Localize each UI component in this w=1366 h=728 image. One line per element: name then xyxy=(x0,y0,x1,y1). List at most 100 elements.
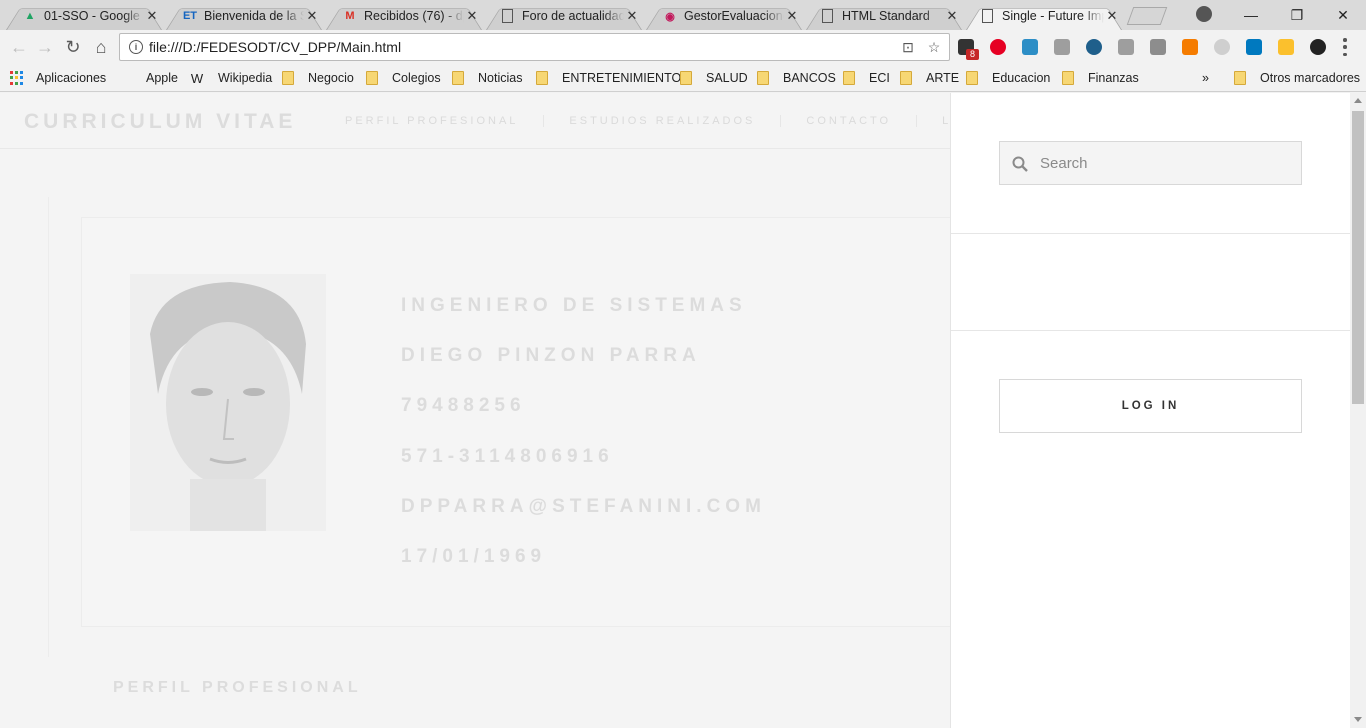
bookmark-item[interactable]: ARTE xyxy=(900,70,959,86)
tab-title: Foro de actualidad xyxy=(522,9,624,23)
panel-divider xyxy=(951,330,1351,331)
bookmark-item[interactable]: Aplicaciones xyxy=(10,70,106,86)
extension-grey-icon[interactable] xyxy=(1054,39,1070,55)
tab-close-icon[interactable]: ✕ xyxy=(784,8,800,24)
bookmark-label: Finanzas xyxy=(1088,71,1139,85)
bookmark-label: Apple xyxy=(146,71,178,85)
new-tab-button[interactable] xyxy=(1126,7,1168,25)
profile-icon[interactable] xyxy=(1196,6,1212,22)
bookmark-star-icon[interactable]: ☆ xyxy=(923,39,945,56)
tab-close-icon[interactable]: ✕ xyxy=(304,8,320,24)
bookmark-item[interactable]: ENTRETENIMIENTO xyxy=(536,70,681,86)
trello-icon[interactable] xyxy=(1246,39,1262,55)
nav-contacto[interactable]: CONTACTO xyxy=(780,115,916,127)
profile-photo xyxy=(130,274,326,531)
folder-icon xyxy=(536,71,548,85)
folder-icon xyxy=(282,71,294,85)
nav-perfil[interactable]: PERFIL PROFESIONAL xyxy=(320,115,543,127)
section-title: PERFIL PROFESIONAL xyxy=(113,679,362,696)
tab-title: Single - Future Imp xyxy=(1002,9,1104,23)
tab-close-icon[interactable]: ✕ xyxy=(1104,8,1120,24)
scrollbar-thumb[interactable] xyxy=(1352,111,1364,404)
bookmark-label: Educacion xyxy=(992,71,1051,85)
folder-icon xyxy=(1234,71,1246,85)
extension-b-icon[interactable] xyxy=(1150,39,1166,55)
bookmark-item[interactable]: BANCOS xyxy=(757,70,836,86)
bookmark-item[interactable]: Apple xyxy=(118,70,178,86)
page-icon xyxy=(502,9,513,23)
extension-balloon-icon[interactable] xyxy=(1086,39,1102,55)
bookmarks-bar: Aplicaciones Apple W Wikipedia Negocio Colegi… xyxy=(0,64,1366,92)
site-header: CURRICULUM VITAE PERFIL PROFESIONAL ESTU… xyxy=(0,93,982,149)
restore-button[interactable]: ❐ xyxy=(1274,4,1320,26)
gestor-icon: ◉ xyxy=(665,10,675,23)
address-bar[interactable]: i file:///D:/FEDESODT/CV_DPP/Main.html ⊡… xyxy=(119,33,950,61)
tab-title: Bienvenida de la Se xyxy=(204,9,304,23)
bookmark-item[interactable]: Negocio xyxy=(282,70,354,86)
bookmark-label: ARTE xyxy=(926,71,960,85)
folder-icon xyxy=(757,71,769,85)
extension-chart-icon[interactable] xyxy=(1182,39,1198,55)
back-icon[interactable]: ← xyxy=(8,36,30,58)
browser-tab[interactable]: ET Bienvenida de la Se✕ xyxy=(160,2,328,30)
bookmark-item[interactable]: Educacion xyxy=(966,70,1050,86)
pinterest-icon[interactable] xyxy=(990,39,1006,55)
home-icon[interactable]: ⌂ xyxy=(90,36,112,58)
site-info-icon[interactable]: i xyxy=(129,40,143,54)
keep-icon[interactable] xyxy=(1278,39,1294,55)
bookmark-label: Negocio xyxy=(308,71,354,85)
browser-tab[interactable]: HTML Standard ✕ xyxy=(800,2,968,30)
email-text: DPPARRA@STEFANINI.COM xyxy=(401,496,766,517)
folder-icon xyxy=(366,71,378,85)
id-number-text: 79488256 xyxy=(401,395,526,416)
tab-title: GestorEvaluacione xyxy=(684,9,784,23)
close-window-button[interactable]: ✕ xyxy=(1320,4,1366,26)
tab-close-icon[interactable]: ✕ xyxy=(144,8,160,24)
bookmark-label: Aplicaciones xyxy=(36,71,107,85)
forward-icon[interactable]: → xyxy=(34,36,56,58)
login-button[interactable]: LOG IN xyxy=(999,379,1302,433)
bookmark-item[interactable]: W Wikipedia xyxy=(190,70,272,86)
browser-tab[interactable]: Foro de actualidad ✕ xyxy=(480,2,648,30)
nav-estudios[interactable]: ESTUDIOS REALIZADOS xyxy=(543,115,780,127)
browser-tab[interactable]: ▲ 01-SSO - Google D ✕ xyxy=(0,2,168,30)
et-icon: ET xyxy=(182,10,198,22)
bookmark-label: SALUD xyxy=(706,71,748,85)
wikipedia-icon: W xyxy=(190,70,204,86)
scroll-up-arrow-icon[interactable] xyxy=(1354,98,1362,103)
translate-icon[interactable]: ⊡ xyxy=(897,39,919,56)
bookmark-item[interactable]: ECI xyxy=(843,70,890,86)
bookmarks-overflow-button[interactable]: » xyxy=(1202,70,1209,86)
extension-blue-icon[interactable] xyxy=(1022,39,1038,55)
browser-tab[interactable]: ◉ GestorEvaluacione ✕ xyxy=(640,2,808,30)
bookmark-label: Colegios xyxy=(392,71,441,85)
url-text[interactable]: file:///D:/FEDESODT/CV_DPP/Main.html xyxy=(149,39,897,55)
tab-title: 01-SSO - Google D xyxy=(44,9,144,23)
tab-close-icon[interactable]: ✕ xyxy=(464,8,480,24)
browser-toolbar: ← → ↻ ⌂ i file:///D:/FEDESODT/CV_DPP/Mai… xyxy=(0,30,1366,64)
browser-tab[interactable]: Single - Future Imp ✕ xyxy=(960,2,1128,30)
bookmark-item[interactable]: Colegios xyxy=(366,70,441,86)
bookmark-label: ENTRETENIMIENTO xyxy=(562,71,682,85)
extension-reader-icon[interactable] xyxy=(1118,39,1134,55)
search-input[interactable] xyxy=(1040,152,1290,174)
site-title[interactable]: CURRICULUM VITAE xyxy=(24,110,296,134)
tab-title: HTML Standard xyxy=(842,9,930,23)
extension-bulb-icon[interactable] xyxy=(1214,39,1230,55)
browser-tab[interactable]: M Recibidos (76) - dp ✕ xyxy=(320,2,488,30)
tab-close-icon[interactable]: ✕ xyxy=(944,8,960,24)
bookmark-item[interactable]: SALUD xyxy=(680,70,748,86)
bookmark-item[interactable]: Noticias xyxy=(452,70,522,86)
browser-menu-icon[interactable] xyxy=(1340,38,1350,56)
scroll-down-arrow-icon[interactable] xyxy=(1354,717,1362,722)
extension-dark-icon[interactable] xyxy=(1310,39,1326,55)
apps-grid-icon xyxy=(10,71,24,85)
tab-close-icon[interactable]: ✕ xyxy=(624,8,640,24)
bookmark-item[interactable]: Finanzas xyxy=(1062,70,1139,86)
reload-icon[interactable]: ↻ xyxy=(62,36,84,58)
folder-icon xyxy=(843,71,855,85)
site-nav: PERFIL PROFESIONAL ESTUDIOS REALIZADOS C… xyxy=(320,115,1010,127)
minimize-button[interactable]: — xyxy=(1228,4,1274,26)
page-scrollbar[interactable] xyxy=(1350,93,1366,728)
other-bookmarks[interactable]: Otros marcadores xyxy=(1234,70,1360,86)
